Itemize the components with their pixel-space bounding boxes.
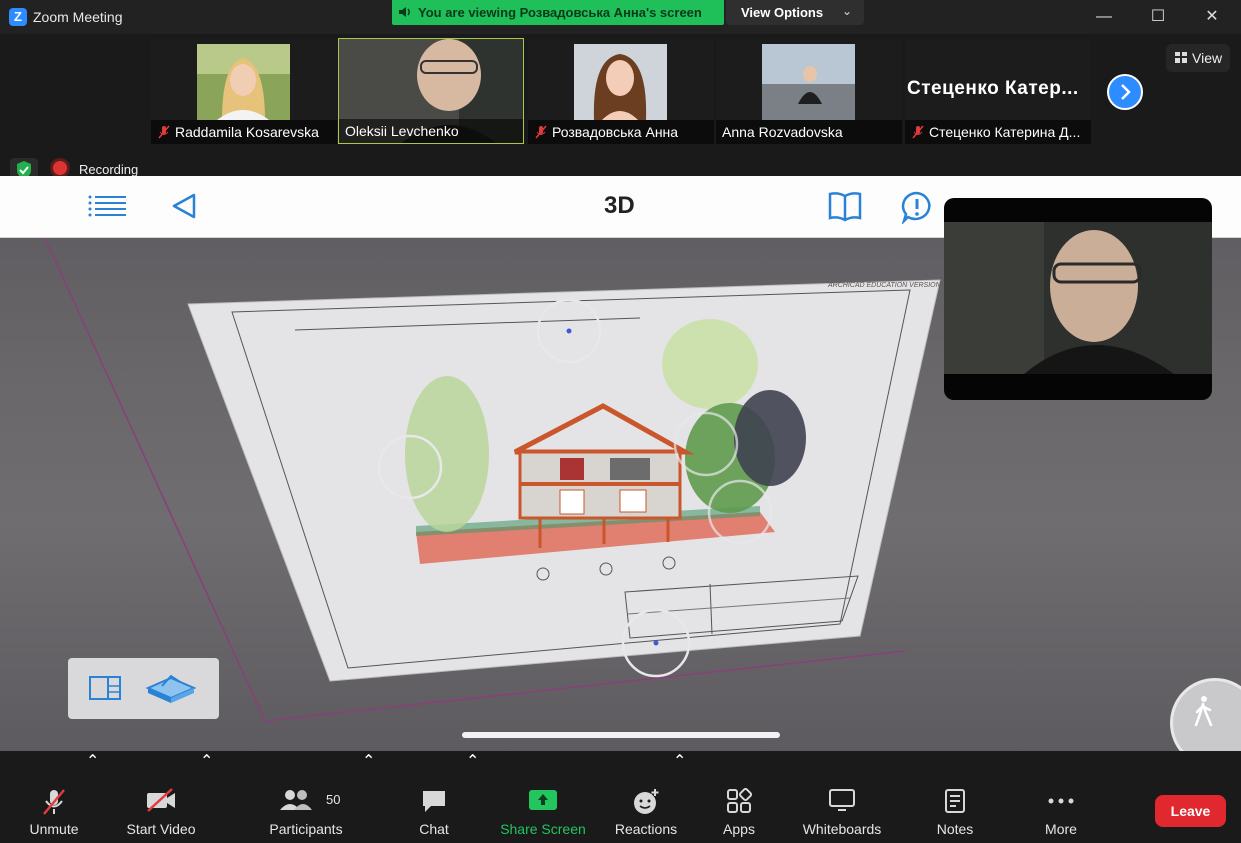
video-options-chevron-icon[interactable]: ⌃ xyxy=(200,751,213,843)
participant-tile-active-speaker[interactable]: Oleksii Levchenko xyxy=(338,38,524,144)
home-indicator xyxy=(462,732,780,738)
chat-button[interactable]: Chat xyxy=(404,751,464,843)
speaker-video-overlay[interactable] xyxy=(944,198,1212,400)
muted-mic-icon xyxy=(535,125,547,139)
grid-icon xyxy=(1175,52,1187,63)
viewing-screen-banner: You are viewing Розвадовська Анна's scre… xyxy=(392,0,724,25)
participants-button[interactable]: 50 Participants xyxy=(266,751,346,843)
notes-icon xyxy=(945,789,965,813)
participant-name: Стеценко Катерина Д... xyxy=(929,124,1081,140)
more-button[interactable]: More xyxy=(1031,751,1091,843)
notes-button[interactable]: Notes xyxy=(925,751,985,843)
unmute-button[interactable]: Unmute xyxy=(14,751,94,843)
chat-icon xyxy=(423,791,445,812)
unmute-label: Unmute xyxy=(29,821,79,837)
speaker-icon xyxy=(399,7,410,17)
view-label: View xyxy=(1192,50,1223,66)
recording-label: Recording xyxy=(79,162,139,177)
minimize-button[interactable]: — xyxy=(1090,6,1118,28)
speaker-video xyxy=(944,222,1212,374)
apps-icon xyxy=(727,788,752,813)
notes-label: Notes xyxy=(936,821,974,837)
participant-name: Anna Rozvadovska xyxy=(722,124,843,140)
share-screen-icon xyxy=(529,790,557,810)
view-mode-panel xyxy=(68,658,219,719)
more-dots-icon xyxy=(1048,798,1074,804)
whiteboard-icon xyxy=(829,789,855,811)
archicad-watermark: ARCHICAD EDUCATION VERSION xyxy=(827,282,942,289)
leave-label: Leave xyxy=(1170,803,1211,819)
chat-label: Chat xyxy=(419,821,449,837)
share-screen-label: Share Screen xyxy=(500,821,586,837)
whiteboards-label: Whiteboards xyxy=(802,821,882,837)
participant-tile[interactable]: Raddamila Kosarevska xyxy=(151,38,337,144)
next-page-button[interactable] xyxy=(1107,74,1143,110)
participant-video xyxy=(574,44,667,120)
reactions-options-chevron-icon[interactable]: ⌃ xyxy=(673,751,686,843)
shared-screen[interactable]: ARCHICAD EDUCATION VERSION 3D xyxy=(0,176,1241,751)
alert-icon[interactable] xyxy=(900,190,934,224)
window-title: Zoom Meeting xyxy=(33,9,123,25)
close-button[interactable]: ✕ xyxy=(1198,6,1226,28)
participant-name: Oleksii Levchenko xyxy=(345,123,459,139)
share-screen-button[interactable]: Share Screen xyxy=(497,751,589,843)
reactions-button[interactable]: Reactions xyxy=(610,751,682,843)
start-video-button[interactable]: Start Video xyxy=(121,751,201,843)
apps-label: Apps xyxy=(723,821,755,837)
audio-options-chevron-icon[interactable]: ⌃ xyxy=(86,751,99,843)
back-arrow-icon[interactable] xyxy=(170,192,198,220)
start-video-label: Start Video xyxy=(126,821,196,837)
more-label: More xyxy=(1045,821,1077,837)
view-layout-button[interactable]: View xyxy=(1166,44,1230,72)
participant-display-name: Стеценко Катер... xyxy=(907,78,1079,99)
leave-button[interactable]: Leave xyxy=(1155,795,1226,827)
book-icon[interactable] xyxy=(828,190,862,222)
zoom-logo-icon: Z xyxy=(9,8,27,26)
recording-icon[interactable] xyxy=(53,161,67,175)
maximize-button[interactable]: ☐ xyxy=(1144,6,1172,28)
view-options-button[interactable]: View Options ⌄ xyxy=(726,0,864,25)
reactions-label: Reactions xyxy=(614,821,678,837)
participant-tile[interactable]: Розвадовська Анна xyxy=(528,38,714,144)
video-off-icon xyxy=(147,788,175,812)
title-bar: Z Zoom Meeting You are viewing Розвадовс… xyxy=(0,0,1241,34)
muted-mic-icon xyxy=(158,125,170,139)
participants-icon xyxy=(280,790,313,810)
muted-mic-icon xyxy=(43,789,65,815)
participants-options-chevron-icon[interactable]: ⌃ xyxy=(362,751,375,843)
view-options-label: View Options xyxy=(741,5,824,20)
app-title: 3D xyxy=(604,192,635,219)
whiteboards-button[interactable]: Whiteboards xyxy=(797,751,887,843)
participants-label: Participants xyxy=(269,821,343,837)
3d-view-icon[interactable] xyxy=(144,670,198,704)
participants-count: 50 xyxy=(326,792,341,807)
chat-options-chevron-icon[interactable]: ⌃ xyxy=(466,751,479,843)
chevron-down-icon: ⌄ xyxy=(842,4,853,18)
participant-video xyxy=(197,44,290,120)
participant-tile[interactable]: Anna Rozvadovska xyxy=(716,38,902,144)
participant-video xyxy=(762,44,855,120)
participant-name: Розвадовська Анна xyxy=(552,124,679,140)
muted-mic-icon xyxy=(912,125,924,139)
reactions-icon xyxy=(634,789,659,814)
chevron-right-icon xyxy=(1121,84,1131,100)
apps-button[interactable]: Apps xyxy=(710,751,768,843)
walking-person-icon xyxy=(1194,696,1213,727)
meeting-toolbar: Unmute ⌃ Start Video ⌃ 50 Participants ⌃… xyxy=(0,751,1241,843)
list-menu-icon[interactable] xyxy=(88,194,128,218)
participant-name: Raddamila Kosarevska xyxy=(175,124,319,140)
participant-tile[interactable]: Стеценко Катер... Стеценко Катерина Д... xyxy=(905,38,1091,144)
floor-plan-icon[interactable] xyxy=(88,674,122,702)
viewing-screen-text: You are viewing Розвадовська Анна's scre… xyxy=(418,5,702,20)
